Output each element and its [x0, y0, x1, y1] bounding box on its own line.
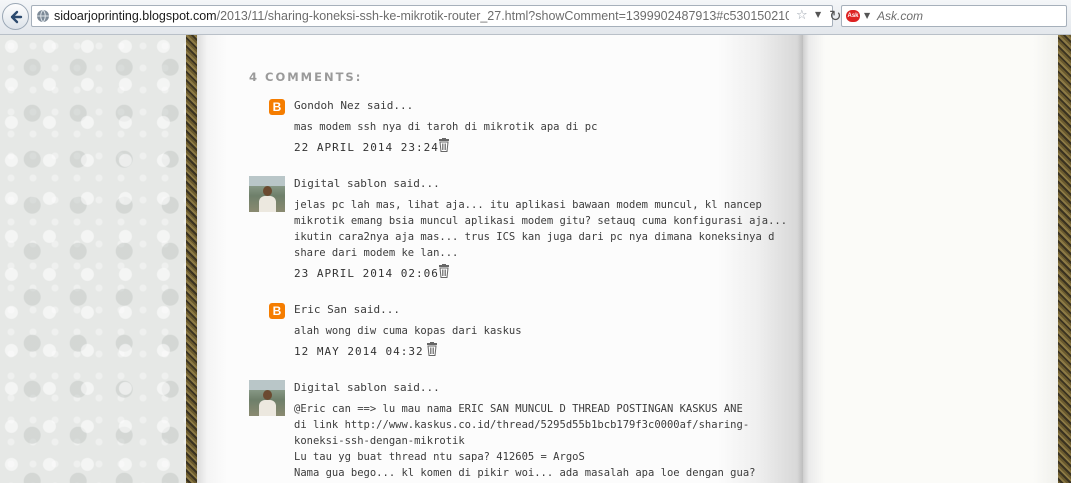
page-frame-right	[1058, 35, 1071, 483]
comment-body-line: alah wong diw cuma kopas dari kaskus	[294, 325, 522, 337]
comment-body-line: Lu tau yg buat thread ntu sapa? 412605 =…	[294, 451, 585, 463]
comment-author[interactable]: Digital sablon said...	[294, 381, 440, 394]
sidebar-area	[803, 35, 1058, 483]
comment-author[interactable]: Eric San said...	[294, 303, 400, 316]
address-bar[interactable]: sidoarjoprinting.blogspot.com/2013/11/sh…	[31, 5, 842, 27]
damask-background	[0, 35, 186, 483]
bookmark-star-icon[interactable]: ☆	[796, 8, 808, 23]
blogger-avatar-icon[interactable]: B	[269, 99, 285, 115]
back-button[interactable]	[2, 3, 29, 30]
user-avatar[interactable]	[249, 176, 285, 212]
comment-body-line: @Eric can ==> lu mau nama ERIC SAN MUNCU…	[294, 403, 743, 415]
user-avatar[interactable]	[249, 380, 285, 416]
comment-body-line: mas modem ssh nya di taroh di mikrotik a…	[294, 121, 598, 133]
globe-icon	[37, 9, 49, 23]
browser-toolbar: sidoarjoprinting.blogspot.com/2013/11/sh…	[0, 0, 1071, 35]
delete-trash-icon[interactable]	[438, 264, 450, 278]
comment-body-line: share dari modem ke lan...	[294, 247, 459, 259]
back-icon	[10, 10, 23, 24]
search-bar[interactable]: Ask ▼ Ask.com	[841, 5, 1067, 27]
comment-body-line[interactable]: di link http://www.kaskus.co.id/thread/5…	[294, 417, 749, 433]
url-path: /2013/11/sharing-koneksi-ssh-ke-mikrotik…	[216, 9, 789, 23]
comments-heading: 4 COMMENTS:	[249, 70, 363, 84]
page-frame-left	[186, 35, 197, 483]
blogger-avatar-icon[interactable]: B	[269, 303, 285, 319]
comment-body-line: Nama gua bego... kl komen di pikir woi..…	[294, 467, 756, 479]
history-dropdown-icon[interactable]: ▼	[815, 10, 821, 19]
comment-timestamp[interactable]: 12 MAY 2014 04:32	[294, 345, 424, 358]
comment-author[interactable]: Gondoh Nez said...	[294, 99, 413, 112]
comment-author[interactable]: Digital sablon said...	[294, 177, 440, 190]
delete-trash-icon[interactable]	[438, 138, 450, 152]
comment-timestamp[interactable]: 23 APRIL 2014 02:06	[294, 267, 439, 280]
url-text[interactable]: sidoarjoprinting.blogspot.com/2013/11/sh…	[54, 9, 789, 24]
search-placeholder: Ask.com	[877, 9, 924, 23]
comment-body-line: jelas pc lah mas, lihat aja... itu aplik…	[294, 199, 762, 211]
reload-icon[interactable]: ↻	[829, 7, 842, 25]
comment-timestamp[interactable]: 22 APRIL 2014 23:24	[294, 141, 439, 154]
search-engine-dropdown-icon[interactable]: ▼	[864, 11, 870, 20]
ask-logo-icon[interactable]: Ask	[846, 10, 860, 22]
comment-body-line[interactable]: koneksi-ssh-dengan-mikrotik	[294, 433, 465, 449]
delete-trash-icon[interactable]	[426, 342, 438, 356]
comment-body-line: ikutin cara2nya aja mas... trus ICS kan …	[294, 231, 775, 243]
url-host: sidoarjoprinting.blogspot.com	[54, 9, 217, 23]
comment-body-line: mikrotik emang bsia muncul aplikasi mode…	[294, 215, 788, 227]
